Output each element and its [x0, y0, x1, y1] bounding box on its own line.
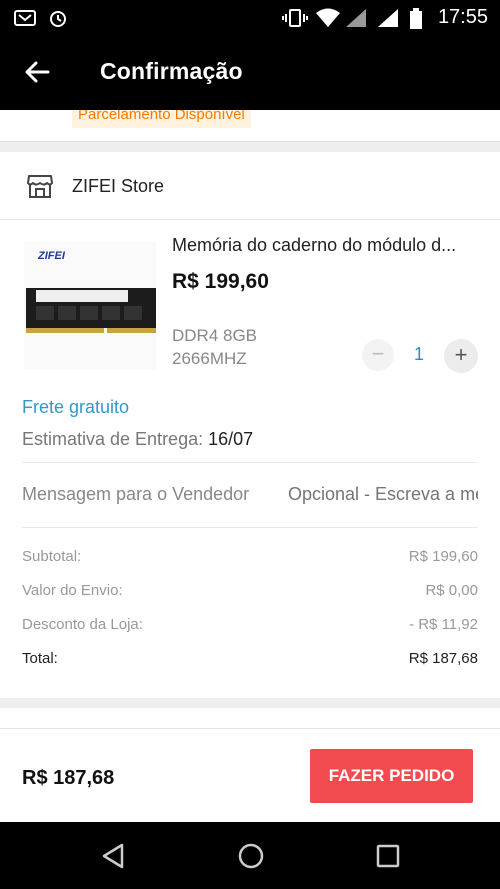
quantity-value: 1: [413, 344, 424, 364]
store-discount-label: Desconto da Loja:: [22, 616, 143, 633]
quantity-increase-button[interactable]: +: [444, 339, 478, 373]
total-value: R$ 187,68: [408, 650, 478, 667]
battery-icon: [410, 8, 422, 29]
installments-badge: Parcelamento Disponível: [72, 110, 251, 128]
signal-icon: [346, 9, 366, 27]
store-discount-row: Desconto da Loja: - R$ 11,92: [22, 616, 478, 638]
signal-2-icon: [378, 9, 398, 27]
store-icon: [27, 175, 53, 198]
variant-line-1: DDR4 8GB: [172, 326, 258, 345]
shipping-cost-label: Valor do Envio:: [22, 582, 123, 599]
notification-icon: [14, 10, 36, 26]
subtotal-label: Subtotal:: [22, 548, 82, 565]
total-row: Total: R$ 187,68: [22, 650, 478, 672]
store-order-card: ZIFEI Store ZIFEI Memória do caderno do …: [0, 152, 500, 698]
subtotal-row: Subtotal: R$ 199,60: [22, 548, 478, 570]
back-arrow-icon[interactable]: [18, 52, 58, 92]
variant-line-2: 2666MHZ: [172, 349, 247, 368]
delivery-estimate-date: 16/07: [208, 429, 254, 449]
subtotal-value: R$ 199,60: [408, 548, 478, 565]
product-image[interactable]: ZIFEI: [24, 242, 156, 370]
status-time: 17:55: [437, 6, 488, 28]
shipping-cost-value: R$ 0,00: [425, 582, 478, 599]
store-name: ZIFEI Store: [72, 176, 165, 196]
product-price: R$ 199,60: [172, 270, 269, 293]
vibrate-icon: [282, 9, 308, 27]
free-shipping-label: Frete gratuito: [22, 397, 130, 417]
product-image-brand: ZIFEI: [38, 250, 65, 262]
checkout-bar: R$ 187,68 FAZER PEDIDO: [0, 728, 500, 822]
nav-back-icon[interactable]: [98, 840, 130, 872]
alarm-off-icon: [50, 11, 66, 27]
seller-message-label: Mensagem para o Vendedor: [22, 484, 250, 504]
product-name[interactable]: Memória do caderno do módulo d...: [172, 235, 482, 256]
nav-recents-icon[interactable]: [372, 840, 404, 872]
delivery-estimate: Estimativa de Entrega: 16/07: [22, 429, 253, 450]
wifi-icon: [316, 8, 340, 27]
next-card: [0, 708, 500, 728]
system-nav-bar: [0, 822, 500, 889]
seller-message-input[interactable]: [288, 484, 478, 505]
status-bar: 17:55: [0, 0, 500, 36]
divider: [22, 462, 478, 463]
store-discount-value: - R$ 11,92: [409, 616, 478, 633]
nav-home-icon[interactable]: [235, 840, 267, 872]
product-variant: DDR4 8GB 2666MHZ: [172, 324, 292, 370]
ram-module-illustration: [26, 288, 156, 333]
divider: [22, 527, 478, 528]
store-header[interactable]: ZIFEI Store: [0, 152, 500, 220]
delivery-estimate-label: Estimativa de Entrega:: [22, 429, 209, 449]
page-title: Confirmação: [100, 58, 243, 84]
grand-total: R$ 187,68: [22, 767, 115, 789]
app-bar: Confirmação: [0, 36, 500, 110]
quantity-decrease-button[interactable]: −: [362, 339, 394, 371]
shipping-cost-row: Valor do Envio: R$ 0,00: [22, 582, 478, 604]
total-label: Total:: [22, 650, 58, 667]
place-order-button[interactable]: FAZER PEDIDO: [310, 749, 473, 803]
